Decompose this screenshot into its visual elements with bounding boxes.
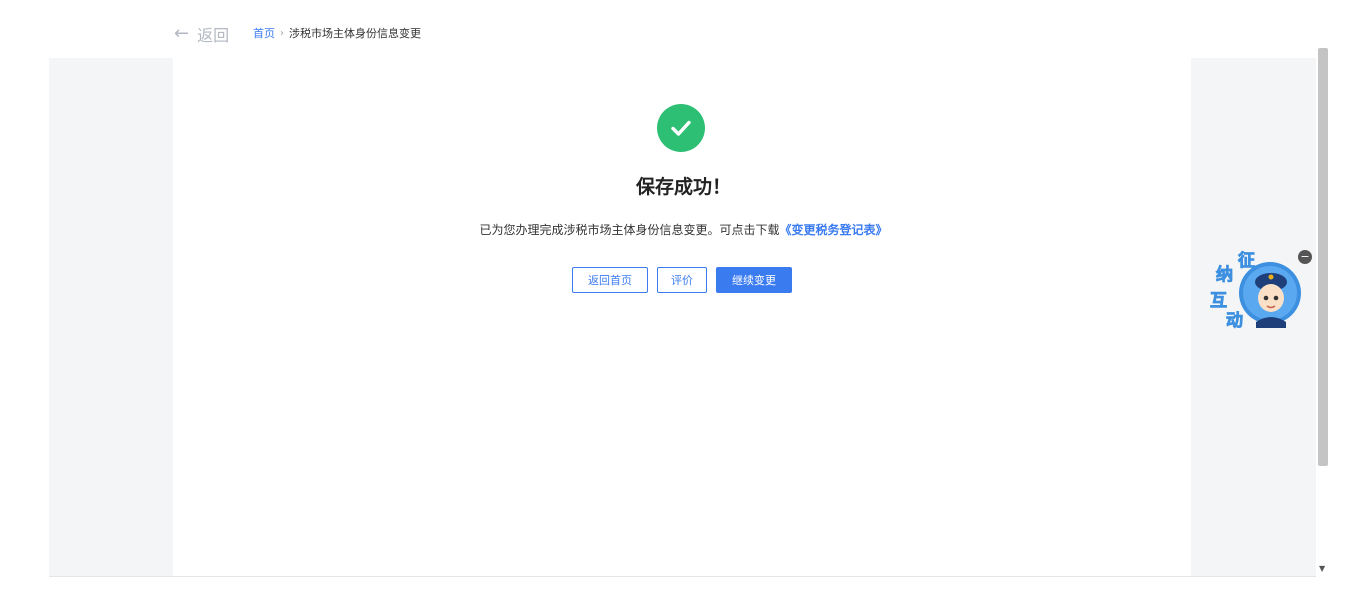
breadcrumb: 首页 › 涉税市场主体身份信息变更 <box>253 25 421 41</box>
result-message: 已为您办理完成涉税市场主体身份信息变更。可点击下载《变更税务登记表》 <box>0 221 1367 238</box>
widget-char-dong: 动 <box>1226 311 1243 331</box>
continue-change-button[interactable]: 继续变更 <box>716 267 792 293</box>
breadcrumb-home-link[interactable]: 首页 <box>253 25 275 41</box>
widget-close-icon[interactable]: − <box>1298 250 1312 264</box>
widget-char-na: 纳 <box>1216 264 1233 285</box>
back-label: 返回 <box>197 26 230 45</box>
widget-char-zheng: 征 <box>1238 250 1255 271</box>
return-home-button[interactable]: 返回首页 <box>572 267 648 293</box>
widget-char-hu: 互 <box>1210 291 1227 311</box>
result-title: 保存成功！ <box>635 176 731 198</box>
tax-officer-avatar: 征 纳 互 动 <box>1210 250 1301 331</box>
scrollbar-thumb[interactable] <box>1318 48 1328 466</box>
result-message-text: 已为您办理完成涉税市场主体身份信息变更。可点击下载 <box>479 223 780 237</box>
success-check-icon <box>657 104 705 152</box>
breadcrumb-separator: › <box>280 27 284 39</box>
evaluate-button[interactable]: 评价 <box>657 267 707 293</box>
breadcrumb-current: 涉税市场主体身份信息变更 <box>289 27 421 40</box>
back-button[interactable]: ← 返回 <box>174 22 229 46</box>
tax-interaction-widget[interactable]: 征 纳 互 动 <box>1208 248 1308 338</box>
top-bar: ← 返回 首页 › 涉税市场主体身份信息变更 <box>0 0 1316 58</box>
back-arrow-icon: ← <box>174 23 190 44</box>
download-registration-form-link[interactable]: 《变更税务登记表》 <box>780 223 888 237</box>
left-gutter <box>49 58 173 576</box>
scroll-down-icon[interactable]: ▼ <box>1319 564 1325 573</box>
bottom-divider <box>49 576 1316 577</box>
